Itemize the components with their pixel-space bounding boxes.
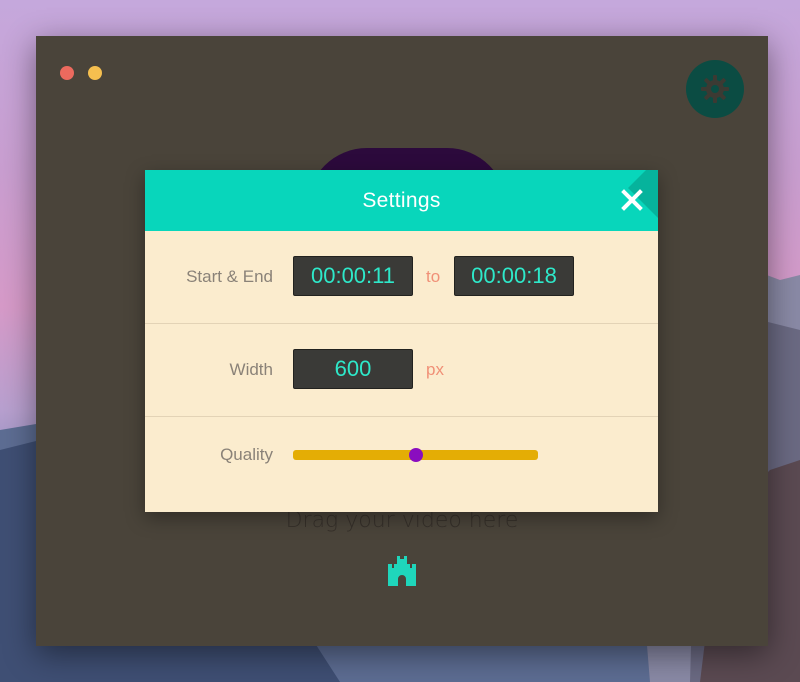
gear-icon xyxy=(701,75,729,103)
width-row: Width 600 px xyxy=(145,324,658,417)
desktop-background: Drag your video here Settings Start & En… xyxy=(0,0,800,682)
window-close-button[interactable] xyxy=(60,66,74,80)
range-separator: to xyxy=(426,267,441,286)
settings-button[interactable] xyxy=(686,60,744,118)
width-label: Width xyxy=(229,360,273,379)
castle-icon xyxy=(388,556,416,586)
start-end-row: Start & End 00:00:11 to 00:00:18 xyxy=(145,231,658,324)
start-end-label: Start & End xyxy=(186,267,273,286)
width-input[interactable]: 600 xyxy=(293,349,413,389)
settings-dialog: Settings Start & End 00:00:11 to 00:00:1… xyxy=(145,170,658,512)
settings-title: Settings xyxy=(362,188,441,212)
start-time-input[interactable]: 00:00:11 xyxy=(293,256,413,296)
settings-header: Settings xyxy=(145,170,658,231)
quality-row: Quality xyxy=(145,417,658,502)
quality-slider[interactable] xyxy=(293,448,538,462)
width-unit: px xyxy=(426,360,444,379)
end-time-input[interactable]: 00:00:18 xyxy=(454,256,574,296)
quality-slider-thumb[interactable] xyxy=(408,448,423,462)
window-minimize-button[interactable] xyxy=(88,66,102,80)
close-button[interactable] xyxy=(620,188,644,212)
quality-label: Quality xyxy=(220,445,273,464)
close-icon xyxy=(621,189,643,211)
